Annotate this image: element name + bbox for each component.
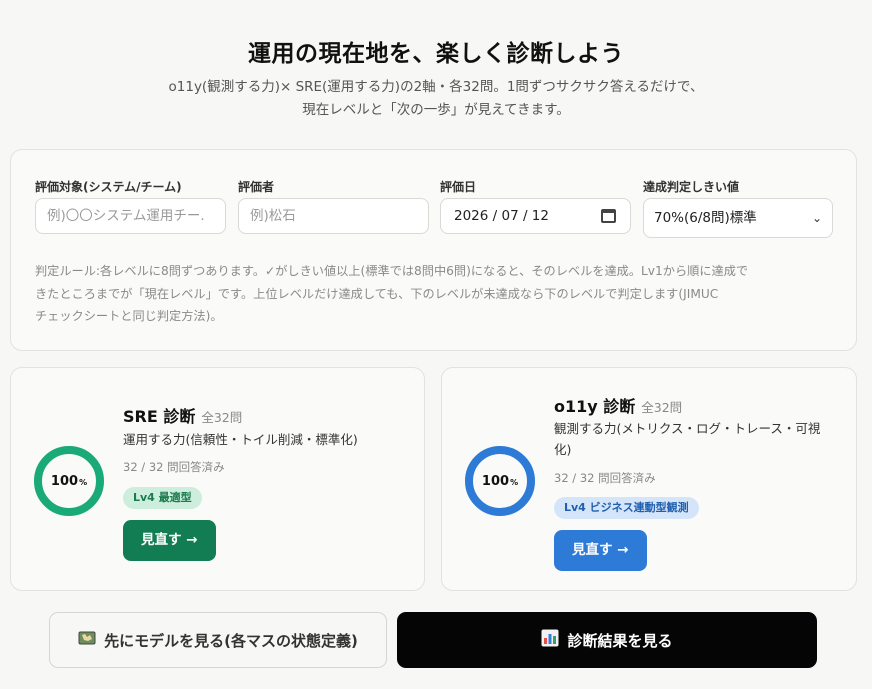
rule-line-3: チェックシートと同じ判定方法)。 [35, 309, 223, 323]
chevron-down-icon: ⌄ [811, 211, 822, 225]
bar-chart-icon-svg [541, 629, 559, 647]
sre-percent-label: 100% [33, 445, 105, 517]
sre-description: 運用する力(信頼性・トイル削減・標準化) [123, 432, 358, 447]
view-model-label: 先にモデルを見る(各マスの状態定義) [104, 631, 358, 650]
map-icon-svg [78, 631, 96, 645]
calendar-icon[interactable] [601, 209, 616, 223]
sre-review-button[interactable]: 見直す → [123, 520, 216, 561]
o11y-review-button[interactable]: 見直す → [554, 530, 647, 571]
sre-percent-value: 100 [50, 473, 79, 489]
o11y-title-text: o11y 診断 [554, 397, 636, 416]
sre-answered-count: 32 / 32 問回答済み [123, 460, 225, 474]
target-input[interactable]: 例)〇〇システム運用チー. [35, 198, 226, 234]
o11y-percent-unit: % [510, 477, 519, 487]
subtitle-line-1: o11y(観測する力)× SRE(運用する力)の2軸・各32問。1問ずつサクサク… [168, 79, 704, 95]
rule-line-1: 判定ルール:各レベルに8問ずつあります。✓がしきい値以上(標準では8問中6問)に… [35, 264, 749, 278]
date-value: 2026 / 07 / 12 [454, 208, 549, 224]
page-title: 運用の現在地を、楽しく診断しよう [248, 41, 624, 67]
sre-progress-ring: 100% [33, 445, 105, 517]
o11y-diagnosis-card: 100% o11y 診断 全32問 観測する力(メトリクス・ログ・トレース・可視 … [441, 367, 857, 591]
threshold-label: 達成判定しきい値 [643, 180, 740, 194]
sre-percent-unit: % [79, 477, 88, 487]
o11y-answered-count: 32 / 32 問回答済み [554, 471, 656, 485]
target-placeholder: 例)〇〇システム運用チー. [47, 208, 205, 224]
evaluator-placeholder: 例)松石 [250, 208, 296, 224]
o11y-percent-value: 100 [481, 473, 510, 489]
date-label: 評価日 [440, 180, 477, 194]
map-icon [78, 631, 96, 649]
o11y-description-line-2: 化) [554, 442, 572, 457]
sre-title-text: SRE 診断 [123, 407, 196, 426]
target-label: 評価対象(システム/チーム) [35, 180, 182, 194]
o11y-progress-ring: 100% [464, 445, 536, 517]
evaluator-label: 評価者 [238, 180, 275, 194]
sre-diagnosis-card: 100% SRE 診断 全32問 運用する力(信頼性・トイル削減・標準化) 32 … [10, 367, 425, 591]
o11y-level-badge: Lv4 ビジネス連動型観測 [554, 497, 699, 519]
evaluator-input[interactable]: 例)松石 [238, 198, 429, 234]
threshold-select[interactable]: 70%(6/8問)標準 ⌄ [643, 198, 833, 238]
judgement-rule-text: 判定ルール:各レベルに8問ずつあります。✓がしきい値以上(標準では8問中6問)に… [35, 260, 815, 328]
o11y-percent-label: 100% [464, 445, 536, 517]
o11y-title: o11y 診断 全32問 [554, 393, 682, 417]
o11y-description-line-1: 観測する力(メトリクス・ログ・トレース・可視 [554, 421, 821, 436]
page-subtitle: o11y(観測する力)× SRE(運用する力)の2軸・各32問。1問ずつサクサク… [0, 76, 872, 122]
view-model-button[interactable]: 先にモデルを見る(各マスの状態定義) [49, 612, 387, 668]
sre-question-count: 全32問 [201, 410, 243, 425]
view-results-button[interactable]: 診断結果を見る [397, 612, 817, 668]
rule-line-2: きたところまでが「現在レベル」です。上位レベルだけ達成しても、下のレベルが未達成… [35, 286, 719, 301]
threshold-value: 70%(6/8問)標準 [654, 210, 757, 226]
o11y-description: 観測する力(メトリクス・ログ・トレース・可視 化) [554, 418, 820, 460]
sre-level-badge: Lv4 最適型 [123, 487, 202, 509]
date-input[interactable]: 2026 / 07 / 12 [440, 198, 631, 234]
subtitle-line-2: 現在レベルと「次の一歩」が見えてきます。 [302, 102, 570, 118]
sre-title: SRE 診断 全32問 [123, 403, 242, 427]
view-results-label: 診断結果を見る [567, 631, 673, 650]
o11y-question-count: 全32問 [641, 400, 683, 415]
evaluation-form-card: 評価対象(システム/チーム) 例)〇〇システム運用チー. 評価者 例)松石 評価… [10, 149, 857, 351]
bar-chart-icon [541, 629, 559, 651]
